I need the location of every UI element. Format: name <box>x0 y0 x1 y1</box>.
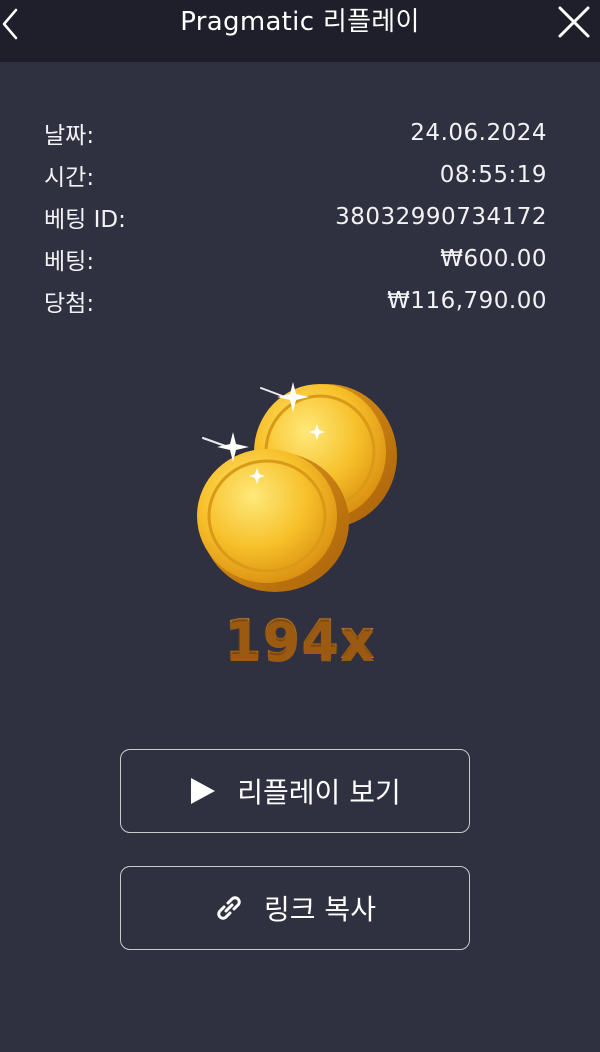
info-label: 시간: <box>44 165 95 191</box>
copy-link-label: 링크 복사 <box>264 893 376 926</box>
info-label: 날짜: <box>44 123 95 149</box>
header-bar: Pragmatic 리플레이 <box>0 0 600 62</box>
info-value: ₩116,790.00 <box>387 288 547 314</box>
chevron-left-icon <box>2 8 18 40</box>
win-multiplier: 194x <box>0 608 600 671</box>
info-label: 당첨: <box>44 291 95 317</box>
page-title: Pragmatic 리플레이 <box>180 7 420 37</box>
copy-link-button[interactable]: 링크 복사 <box>120 866 470 950</box>
info-row-bet: 베팅: ₩600.00 <box>44 238 547 280</box>
info-value: 24.06.2024 <box>410 120 547 146</box>
info-value: 08:55:19 <box>439 162 547 188</box>
back-button[interactable] <box>0 4 30 44</box>
info-row-time: 시간: 08:55:19 <box>44 154 547 196</box>
view-replay-label: 리플레이 보기 <box>237 776 401 809</box>
close-icon <box>558 6 590 38</box>
info-row-win: 당첨: ₩116,790.00 <box>44 280 547 322</box>
info-label: 베팅 ID: <box>44 207 126 233</box>
link-icon <box>214 893 244 923</box>
info-label: 베팅: <box>44 249 95 275</box>
info-row-date: 날짜: 24.06.2024 <box>44 112 547 154</box>
close-button[interactable] <box>556 4 592 40</box>
view-replay-button[interactable]: 리플레이 보기 <box>120 749 470 833</box>
bet-info-list: 날짜: 24.06.2024 시간: 08:55:19 베팅 ID: 38032… <box>44 112 547 322</box>
play-icon <box>189 776 217 806</box>
info-row-bet-id: 베팅 ID: 38032990734172 <box>44 196 547 238</box>
info-value: ₩600.00 <box>440 246 547 272</box>
info-value: 38032990734172 <box>335 204 547 230</box>
gold-coins-icon <box>197 382 397 592</box>
